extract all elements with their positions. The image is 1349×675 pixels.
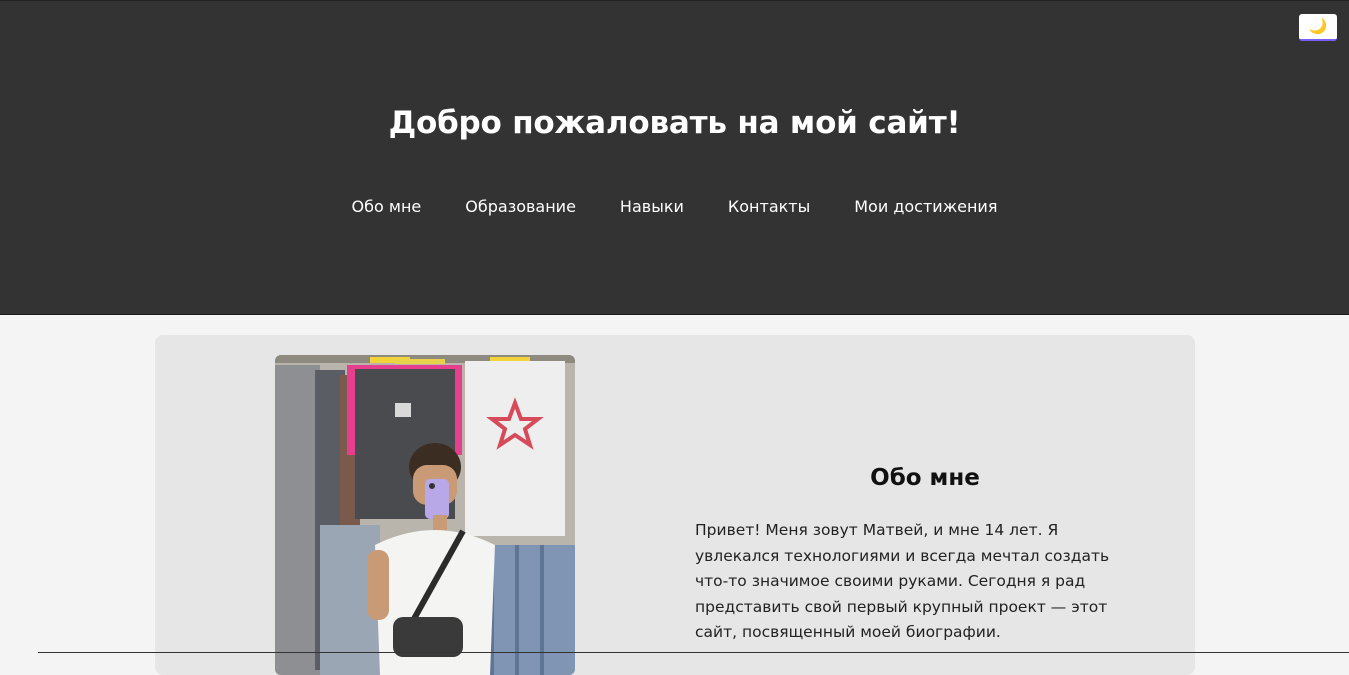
profile-photo — [275, 355, 575, 675]
nav-link-achievements[interactable]: Мои достижения — [854, 195, 997, 219]
nav-link-skills[interactable]: Навыки — [620, 195, 684, 219]
theme-toggle-button[interactable]: 🌙 — [1299, 14, 1337, 41]
site-header: 🌙 Добро пожаловать на мой сайт! Обо мне … — [0, 0, 1349, 315]
moon-icon: 🌙 — [1309, 19, 1328, 34]
about-section: Обо мне Привет! Меня зовут Матвей, и мне… — [155, 335, 1195, 675]
about-title: Обо мне — [695, 465, 1155, 491]
nav-link-contacts[interactable]: Контакты — [728, 195, 810, 219]
nav-link-education[interactable]: Образование — [465, 195, 576, 219]
site-title: Добро пожаловать на мой сайт! — [0, 105, 1349, 141]
nav-link-about[interactable]: Обо мне — [352, 195, 422, 219]
about-text: Привет! Меня зовут Матвей, и мне 14 лет.… — [695, 518, 1145, 646]
main-nav: Обо мне Образование Навыки Контакты Мои … — [0, 195, 1349, 219]
